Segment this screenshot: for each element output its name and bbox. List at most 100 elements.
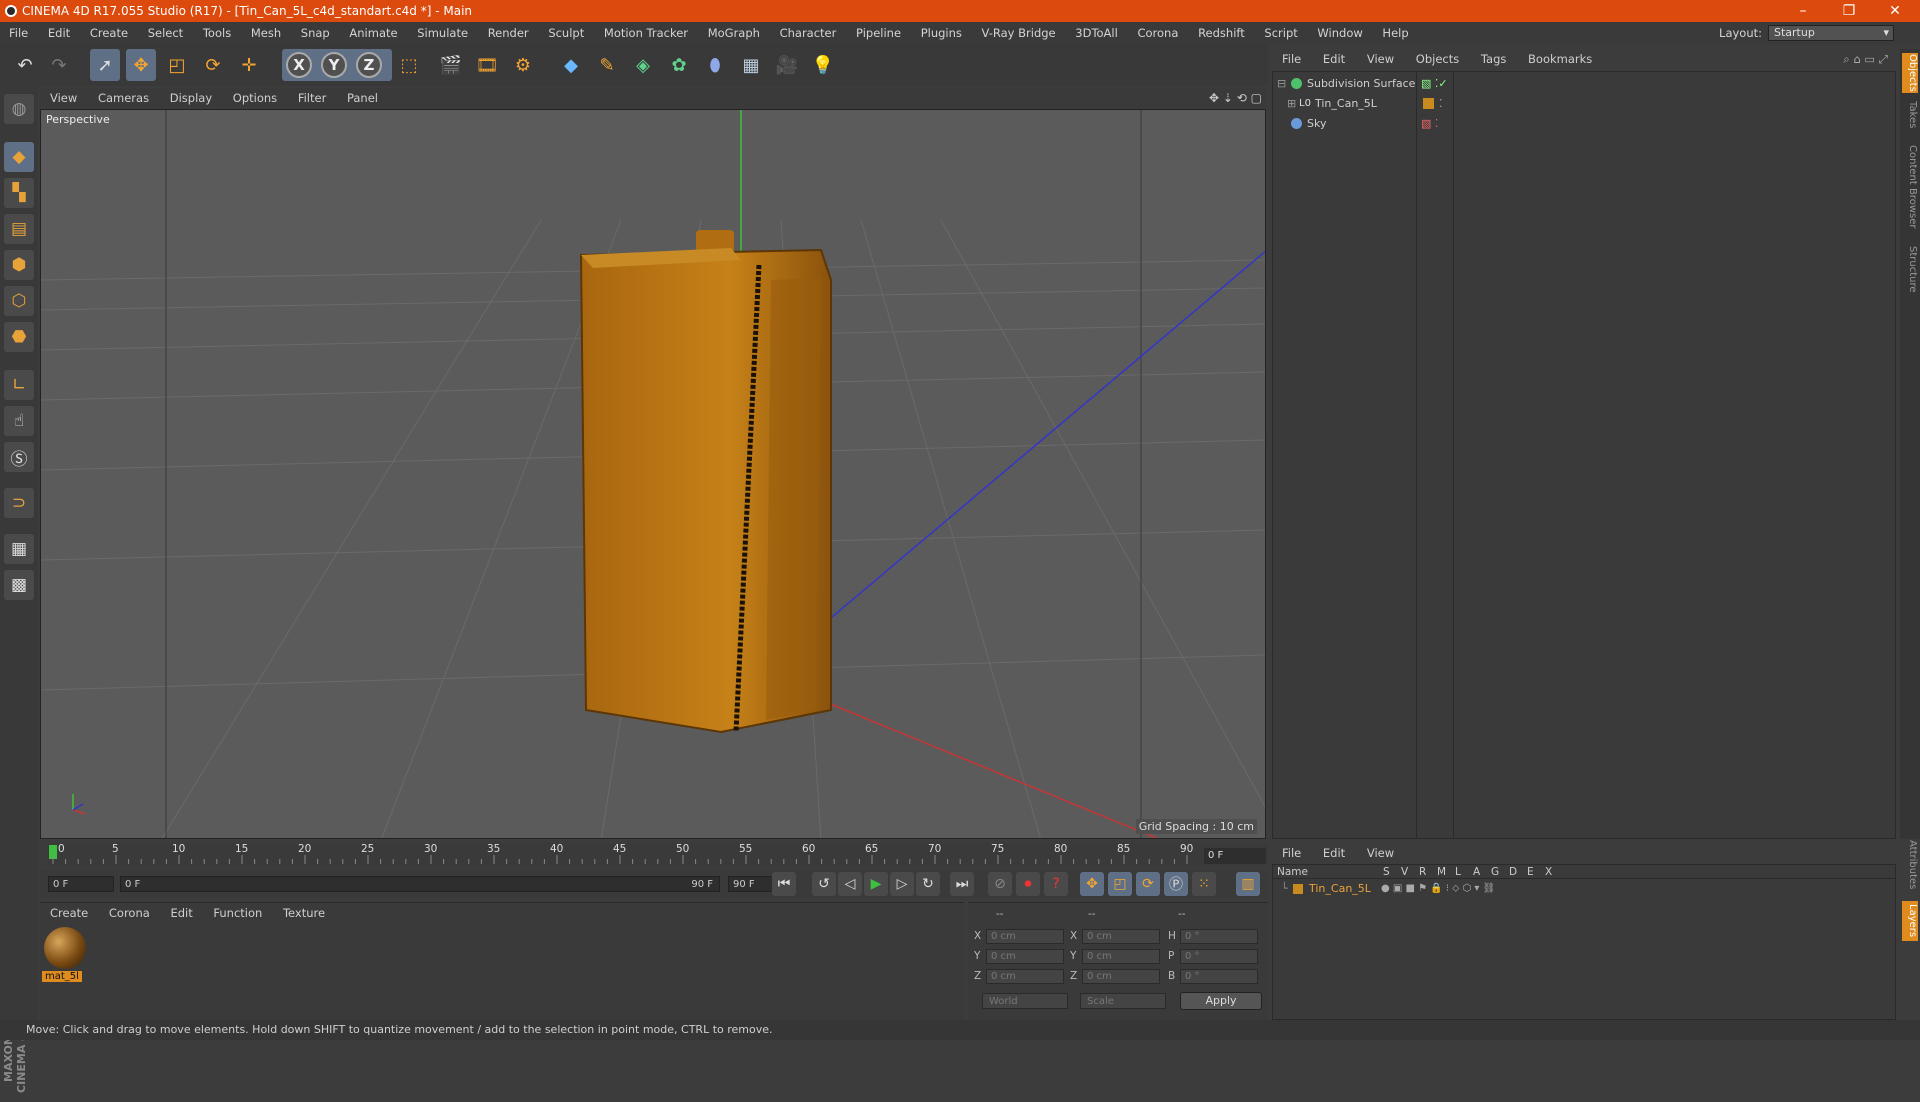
menu-help[interactable]: Help — [1373, 22, 1415, 44]
menu-plugins[interactable]: Plugins — [912, 22, 969, 44]
workplane-icon[interactable]: ▤ — [4, 214, 34, 244]
frame-range-slider[interactable]: 0 F 90 F — [120, 876, 720, 892]
layout-select[interactable]: Startup ▾ — [1768, 25, 1894, 41]
select-cursor-icon[interactable]: ➚ — [90, 49, 120, 81]
apply-button[interactable]: Apply — [1180, 992, 1262, 1010]
tab-layers[interactable]: Layers — [1902, 901, 1918, 941]
visibility-dots-icon[interactable]: ▧ ⁚ — [1421, 114, 1438, 133]
viewport-menu-options[interactable]: Options — [223, 88, 284, 108]
tweak-mode-icon[interactable]: ☝ — [4, 406, 34, 436]
close-button[interactable]: ✕ — [1872, 0, 1918, 22]
transform-tool-icon[interactable]: ✛ — [234, 49, 264, 81]
menu-create[interactable]: Create — [81, 22, 135, 44]
mat-menu-create[interactable]: Create — [40, 903, 95, 923]
object-row-tin-can[interactable]: ⊞ L0 Tin_Can_5L ⁚ — [1273, 94, 1897, 113]
material-preview[interactable] — [44, 927, 86, 969]
edges-mode-icon[interactable]: ⬡ — [4, 286, 34, 316]
layer-menu-edit[interactable]: Edit — [1313, 843, 1353, 863]
minimize-button[interactable]: – — [1780, 0, 1826, 22]
menu-redshift[interactable]: Redshift — [1189, 22, 1252, 44]
texture-mode-icon[interactable]: ▚ — [4, 178, 34, 208]
render-settings-icon[interactable]: ⚙ — [508, 49, 538, 81]
viewport-menu-filter[interactable]: Filter — [288, 88, 333, 108]
material-name[interactable]: mat_5l — [42, 971, 82, 982]
viewport-menu-display[interactable]: Display — [160, 88, 219, 108]
mat-menu-corona[interactable]: Corona — [99, 903, 157, 923]
previous-frame-icon[interactable]: ◁ — [838, 872, 862, 896]
autokey-icon[interactable]: ⏺ — [1016, 872, 1040, 896]
keyframe-selection-icon[interactable]: ? — [1044, 872, 1068, 896]
object-row-subdivision-surface[interactable]: ⊟ Subdivision Surface ▧ ⁚✓ — [1273, 74, 1897, 93]
start-frame-field[interactable]: 0 F — [48, 876, 114, 892]
y-axis-lock[interactable]: Y — [321, 52, 347, 78]
menu-tools[interactable]: Tools — [194, 22, 238, 44]
render-view-icon[interactable]: 🎬 — [436, 49, 466, 81]
tab-structure[interactable]: Structure — [1902, 243, 1918, 295]
next-frame-icon[interactable]: ▷ — [890, 872, 914, 896]
pos-x-field[interactable]: 0 cm — [986, 929, 1064, 944]
om-menu-tags[interactable]: Tags — [1471, 49, 1514, 69]
maximize-button[interactable]: ❐ — [1826, 0, 1872, 22]
layer-color-swatch[interactable] — [1293, 884, 1303, 894]
menu-sculpt[interactable]: Sculpt — [539, 22, 591, 44]
size-x-field[interactable]: 0 cm — [1082, 929, 1160, 944]
z-axis-lock[interactable]: Z — [356, 52, 382, 78]
floor-icon[interactable]: ▦ — [736, 49, 766, 81]
expand-icon[interactable]: ⊞ — [1287, 94, 1296, 113]
array-icon[interactable]: ✿ — [664, 49, 694, 81]
rot-b-field[interactable]: 0 ° — [1180, 969, 1258, 984]
key-scale-icon[interactable]: ◰ — [1108, 872, 1132, 896]
om-menu-bookmarks[interactable]: Bookmarks — [1518, 49, 1600, 69]
go-to-end-icon[interactable]: ⏭ — [950, 872, 974, 896]
mat-menu-edit[interactable]: Edit — [160, 903, 199, 923]
previous-key-icon[interactable]: ↺ — [812, 872, 836, 896]
size-z-field[interactable]: 0 cm — [1082, 969, 1160, 984]
next-key-icon[interactable]: ↻ — [916, 872, 940, 896]
menu-motion-tracker[interactable]: Motion Tracker — [595, 22, 695, 44]
tab-attributes[interactable]: Attributes — [1902, 839, 1918, 891]
tab-objects[interactable]: Objects — [1902, 53, 1918, 93]
menu-vray-bridge[interactable]: V-Ray Bridge — [973, 22, 1063, 44]
layer-menu-file[interactable]: File — [1272, 843, 1309, 863]
key-pla-icon[interactable]: ⁙ — [1192, 872, 1216, 896]
layer-menu-view[interactable]: View — [1357, 843, 1402, 863]
visibility-dots-icon[interactable]: ⁚ — [1439, 94, 1443, 113]
scale-tool-icon[interactable]: ◰ — [162, 49, 192, 81]
rot-p-field[interactable]: 0 ° — [1180, 949, 1258, 964]
viewport-navigation-icons[interactable]: ✥ ⇣ ⟲ ▢ — [1209, 88, 1262, 108]
viewport-menu-panel[interactable]: Panel — [337, 88, 385, 108]
move-tool-icon[interactable]: ✥ — [126, 49, 156, 81]
collapse-icon[interactable]: ⊟ — [1277, 74, 1286, 93]
polygons-mode-icon[interactable]: ⬣ — [4, 322, 34, 352]
menu-snap[interactable]: Snap — [292, 22, 337, 44]
viewport-menu-view[interactable]: View — [40, 88, 84, 108]
om-menu-objects[interactable]: Objects — [1406, 49, 1467, 69]
menu-edit[interactable]: Edit — [39, 22, 77, 44]
menu-animate[interactable]: Animate — [340, 22, 404, 44]
menu-mograph[interactable]: MoGraph — [699, 22, 767, 44]
rot-h-field[interactable]: 0 ° — [1180, 929, 1258, 944]
visibility-dots-icon[interactable]: ▧ ⁚✓ — [1421, 74, 1448, 93]
object-row-sky[interactable]: Sky ▧ ⁚ — [1273, 114, 1897, 133]
axis-mode-icon[interactable]: ∟ — [4, 370, 34, 400]
tab-content-browser[interactable]: Content Browser — [1902, 139, 1918, 235]
viewport-menu-cameras[interactable]: Cameras — [88, 88, 156, 108]
coordinate-system-icon[interactable]: ⬚ — [394, 49, 424, 81]
layer-flags-icons[interactable]: ● ▣ ■ ⚑ 🔒 ⁝ ⬦ ⬡ ▾ ⛓ — [1381, 881, 1495, 897]
key-position-icon[interactable]: ✥ — [1080, 872, 1104, 896]
size-mode-select[interactable]: Scale — [1080, 993, 1166, 1009]
size-y-field[interactable]: 0 cm — [1082, 949, 1160, 964]
record-keys-icon[interactable]: ⊘ — [988, 872, 1012, 896]
coordinate-space-select[interactable]: World — [982, 993, 1068, 1009]
deformer-icon[interactable]: ⬮ — [700, 49, 730, 81]
undo-icon[interactable]: ↶ — [10, 49, 40, 81]
points-mode-icon[interactable]: ⬢ — [4, 250, 34, 280]
lock-workplane-icon[interactable]: ▦ — [4, 534, 34, 564]
mat-menu-function[interactable]: Function — [203, 903, 269, 923]
magnet-icon[interactable]: ⊃ — [4, 488, 34, 518]
menu-3dtoall[interactable]: 3DToAll — [1066, 22, 1125, 44]
tin-can-model[interactable] — [579, 230, 832, 734]
play-icon[interactable]: ▶ — [864, 872, 888, 896]
menu-file[interactable]: File — [0, 22, 35, 44]
menu-simulate[interactable]: Simulate — [408, 22, 475, 44]
